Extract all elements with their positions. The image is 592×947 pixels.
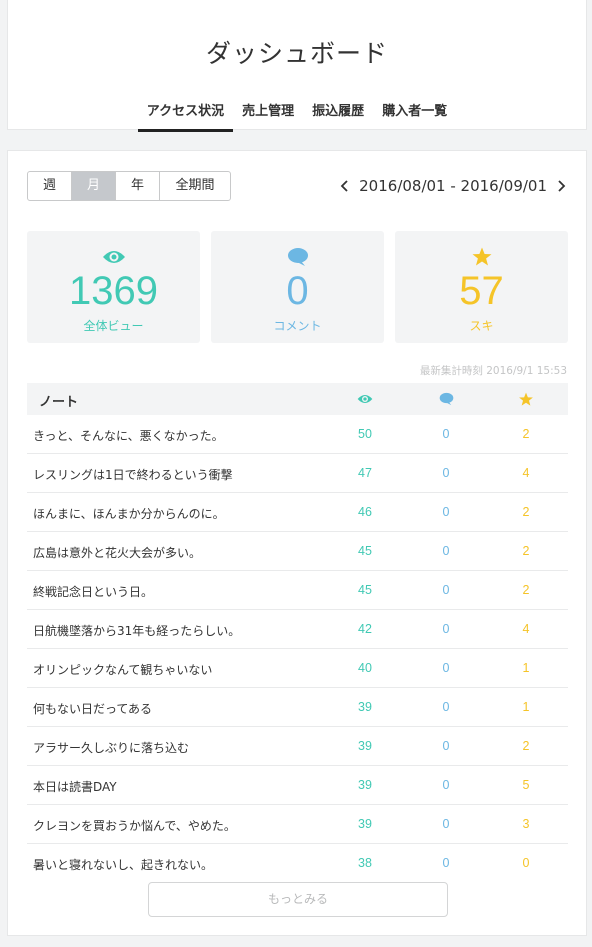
comments-stat-card: 0 コメント [211, 231, 384, 343]
views-total: 1369 [69, 269, 158, 313]
row-comments: 0 [442, 544, 450, 558]
note-column-header: ノート [39, 395, 79, 410]
note-title[interactable]: 日航機墜落から31年も経ったらしい。 [33, 622, 240, 639]
row-comments: 0 [442, 856, 450, 870]
row-likes: 2 [522, 739, 530, 753]
row-likes: 1 [522, 661, 530, 675]
row-views: 42 [358, 622, 372, 636]
row-comments: 0 [442, 505, 450, 519]
row-likes: 4 [522, 622, 530, 636]
star-icon [518, 392, 534, 408]
table-row[interactable]: クレヨンを買おうか悩んで、やめた。 39 0 3 [27, 805, 568, 844]
tab-buyers[interactable]: 購入者一覧 [373, 100, 456, 132]
table-row[interactable]: 日航機墜落から31年も経ったらしい。 42 0 4 [27, 610, 568, 649]
notes-table: きっと、そんなに、悪くなかった。 50 0 2 レスリングは1日で終わるという衝撃 47… [27, 415, 568, 883]
row-comments: 0 [442, 583, 450, 597]
speech-bubble-icon [438, 392, 454, 408]
likes-stat-card: 57 スキ [395, 231, 568, 343]
row-comments: 0 [442, 661, 450, 675]
row-likes: 2 [522, 427, 530, 441]
table-row[interactable]: ほんまに、ほんまか分からんのに。 46 0 2 [27, 493, 568, 532]
speech-bubble-icon [211, 247, 384, 267]
row-comments: 0 [442, 427, 450, 441]
table-row[interactable]: アラサー久しぶりに落ち込む 39 0 2 [27, 727, 568, 766]
period-week-button[interactable]: 週 [28, 172, 72, 200]
table-row[interactable]: 広島は意外と花火大会が多い。 45 0 2 [27, 532, 568, 571]
row-comments: 0 [442, 817, 450, 831]
row-views: 39 [358, 700, 372, 714]
table-header: ノート [27, 383, 568, 415]
row-views: 45 [358, 544, 372, 558]
table-row[interactable]: きっと、そんなに、悪くなかった。 50 0 2 [27, 415, 568, 454]
row-likes: 2 [522, 583, 530, 597]
last-updated-timestamp: 最新集計時刻 2016/9/1 15:53 [419, 365, 567, 377]
views-stat-card: 1369 全体ビュー [27, 231, 200, 343]
row-views: 38 [358, 856, 372, 870]
row-views: 46 [358, 505, 372, 519]
chevron-left-icon[interactable] [340, 179, 349, 193]
header-card: ダッシュボード アクセス状況 売上管理 振込履歴 購入者一覧 [7, 0, 587, 132]
note-title[interactable]: クレヨンを買おうか悩んで、やめた。 [33, 817, 236, 834]
row-comments: 0 [442, 739, 450, 753]
table-row[interactable]: 本日は読書DAY 39 0 5 [27, 766, 568, 805]
row-likes: 5 [522, 778, 530, 792]
note-title[interactable]: 何もない日だってある [33, 700, 152, 717]
row-likes: 3 [522, 817, 530, 831]
tab-access[interactable]: アクセス状況 [137, 100, 234, 132]
row-comments: 0 [442, 622, 450, 636]
row-views: 47 [358, 466, 372, 480]
star-icon [395, 247, 568, 267]
likes-total: 57 [459, 269, 504, 313]
tab-bar: アクセス状況 売上管理 振込履歴 購入者一覧 [8, 100, 586, 132]
eye-icon [27, 247, 200, 267]
period-year-button[interactable]: 年 [116, 172, 160, 200]
row-views: 40 [358, 661, 372, 675]
table-row[interactable]: 何もない日だってある 39 0 1 [27, 688, 568, 727]
row-views: 45 [358, 583, 372, 597]
row-likes: 1 [522, 700, 530, 714]
row-likes: 2 [522, 544, 530, 558]
note-title[interactable]: 広島は意外と花火大会が多い。 [33, 544, 201, 561]
row-views: 39 [358, 817, 372, 831]
comments-total: 0 [286, 269, 309, 313]
table-row[interactable]: レスリングは1日で終わるという衝撃 47 0 4 [27, 454, 568, 493]
row-comments: 0 [442, 700, 450, 714]
row-views: 39 [358, 739, 372, 753]
date-range: 2016/08/01 - 2016/09/01 [359, 177, 547, 195]
note-title[interactable]: きっと、そんなに、悪くなかった。 [33, 427, 224, 444]
date-navigator: 2016/08/01 - 2016/09/01 [340, 177, 566, 195]
period-month-button[interactable]: 月 [72, 172, 116, 200]
access-panel: 週 月 年 全期間 2016/08/01 - 2016/09/01 1369 全… [7, 150, 587, 936]
row-likes: 2 [522, 505, 530, 519]
views-label: 全体ビュー [83, 319, 144, 333]
note-title[interactable]: ほんまに、ほんまか分からんのに。 [33, 505, 225, 522]
table-row[interactable]: 暑いと寝れないし、起きれない。 38 0 0 [27, 844, 568, 883]
row-views: 50 [358, 427, 372, 441]
row-views: 39 [358, 778, 372, 792]
eye-icon [357, 392, 373, 408]
row-comments: 0 [442, 466, 450, 480]
note-title[interactable]: 暑いと寝れないし、起きれない。 [33, 856, 213, 873]
period-selector: 週 月 年 全期間 [27, 171, 231, 201]
row-likes: 0 [522, 856, 530, 870]
page-title: ダッシュボード [205, 39, 388, 68]
likes-label: スキ [469, 319, 494, 333]
tab-transfer-history[interactable]: 振込履歴 [303, 100, 373, 132]
tab-sales[interactable]: 売上管理 [233, 100, 303, 132]
period-all-button[interactable]: 全期間 [160, 172, 230, 200]
row-likes: 4 [522, 466, 530, 480]
note-title[interactable]: アラサー久しぶりに落ち込む [33, 739, 189, 756]
comments-label: コメント [273, 319, 322, 333]
show-more-button[interactable]: もっとみる [148, 882, 448, 917]
note-title[interactable]: オリンピックなんて観ちゃいない [33, 661, 212, 678]
row-comments: 0 [442, 778, 450, 792]
table-row[interactable]: 終戦記念日という日。 45 0 2 [27, 571, 568, 610]
chevron-right-icon[interactable] [557, 179, 566, 193]
note-title[interactable]: 本日は読書DAY [33, 778, 117, 795]
note-title[interactable]: 終戦記念日という日。 [33, 583, 153, 600]
table-row[interactable]: オリンピックなんて観ちゃいない 40 0 1 [27, 649, 568, 688]
note-title[interactable]: レスリングは1日で終わるという衝撃 [33, 466, 233, 483]
